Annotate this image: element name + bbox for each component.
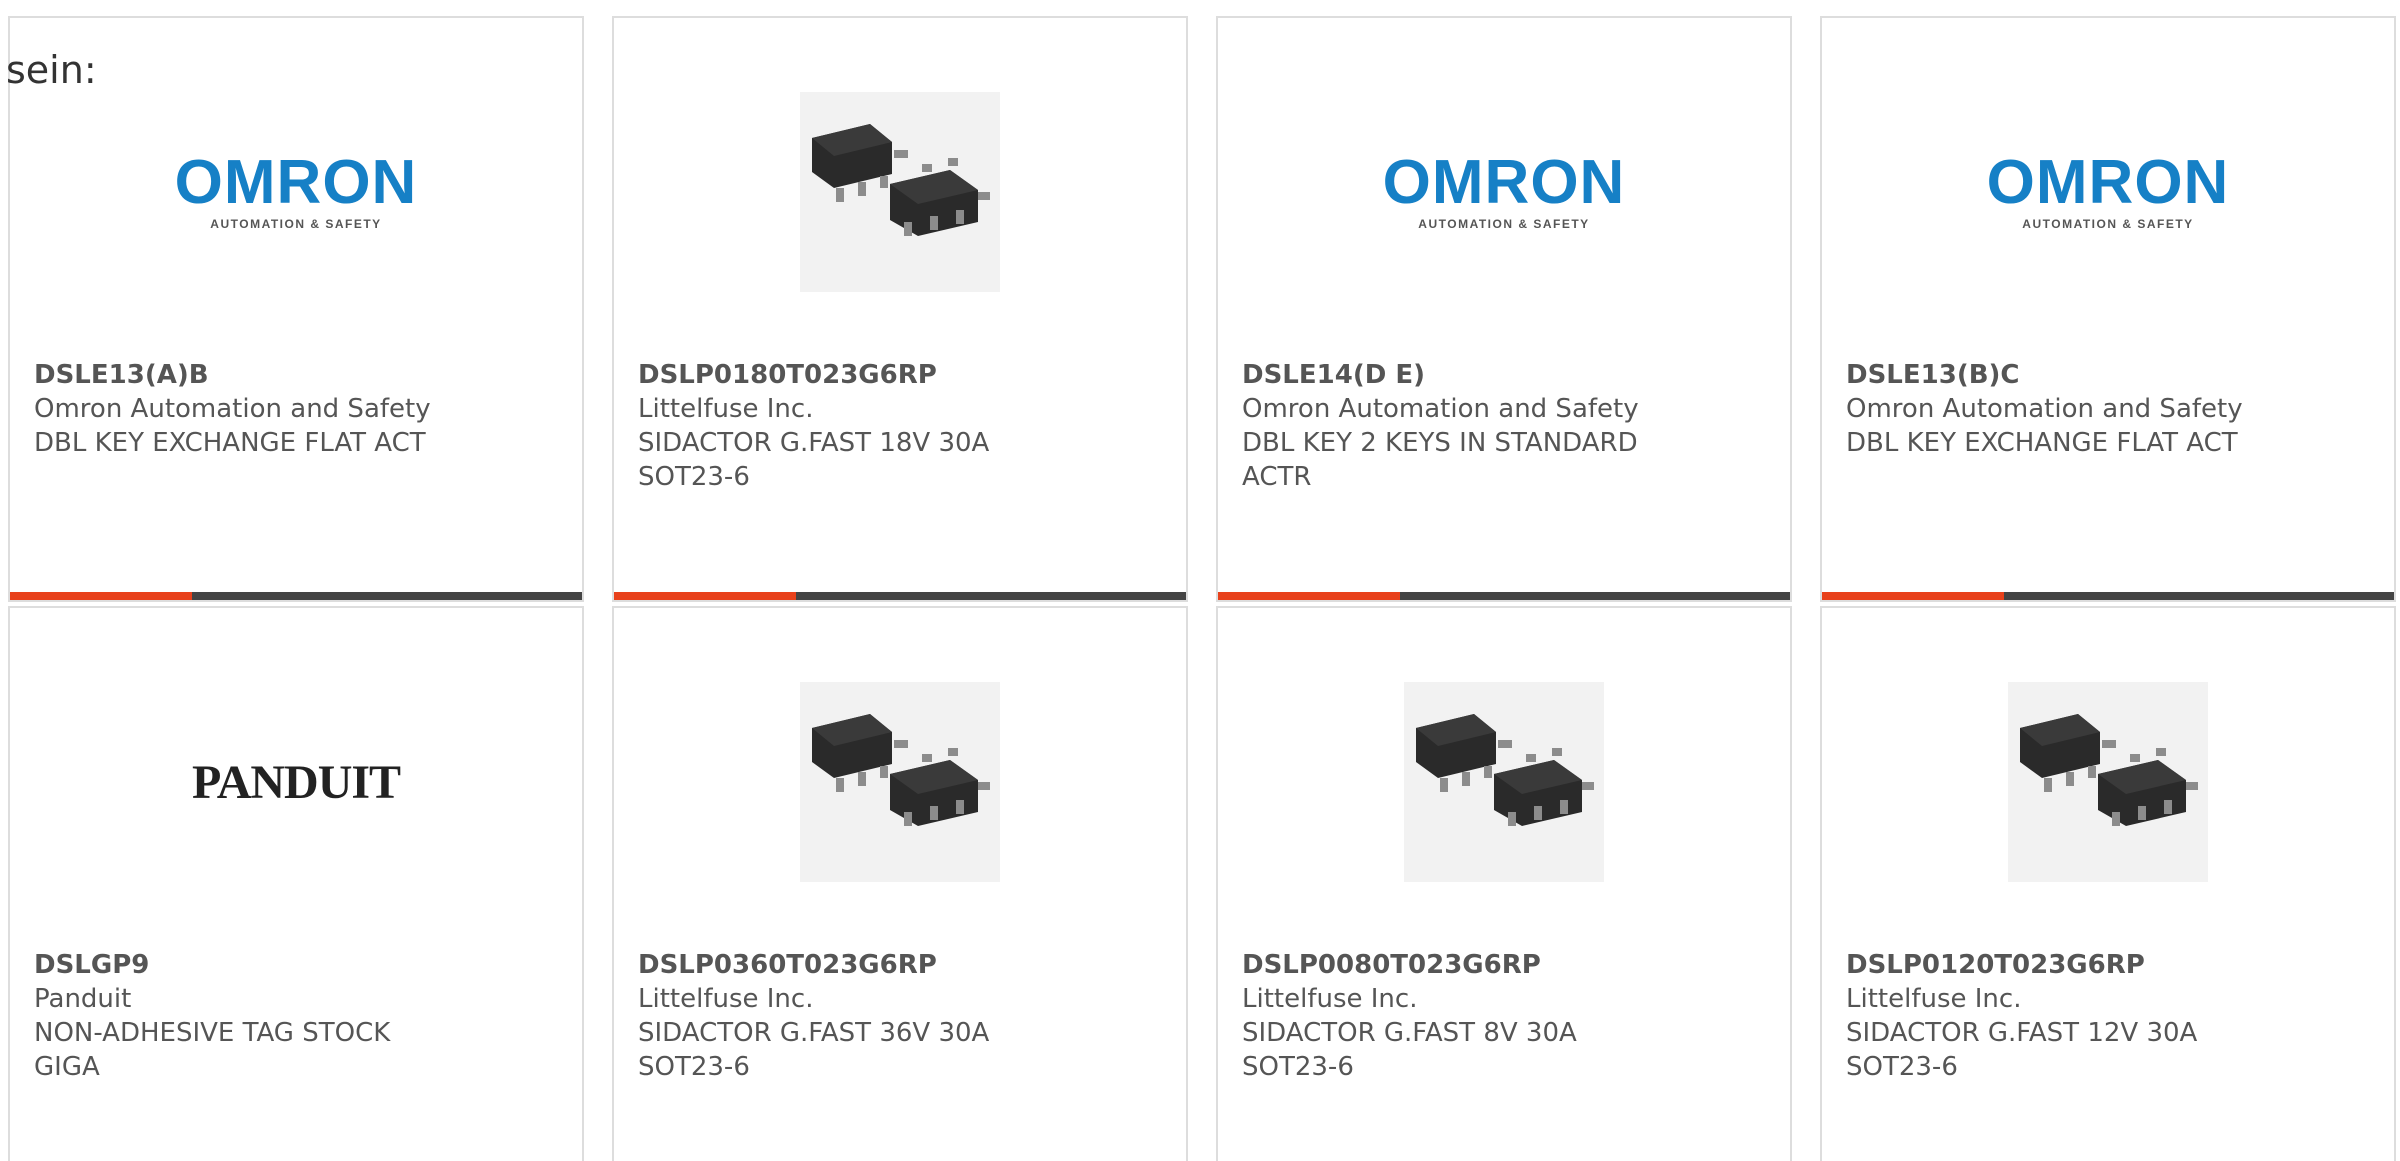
logo-tagline: AUTOMATION & SAFETY: [2022, 217, 2194, 231]
description-line-2: ACTR: [1242, 462, 1312, 492]
manufacturer: Omron Automation and Safety: [34, 394, 431, 424]
description-line-2: SOT23-6: [1242, 1052, 1354, 1082]
manufacturer: Omron Automation and Safety: [1846, 394, 2243, 424]
card-bottom-bar: [1218, 592, 1790, 600]
omron-logo: OMRON AUTOMATION & SAFETY: [1986, 148, 2230, 232]
card-bottom-bar: [614, 592, 1186, 600]
product-image[interactable]: OMRON AUTOMATION & SAFETY: [1822, 86, 2394, 298]
card-bottom-bar: [1822, 592, 2394, 600]
description-line-2: GIGA: [34, 1052, 100, 1082]
description-line-1: SIDACTOR G.FAST 18V 30A: [638, 428, 990, 458]
manufacturer: Littelfuse Inc.: [1846, 984, 2022, 1014]
product-card[interactable]: DSLP0360T023G6RP Littelfuse Inc. SIDACTO…: [612, 606, 1188, 1161]
card-accent-bar: [10, 592, 192, 600]
section-caption: sein:: [6, 48, 97, 92]
product-card[interactable]: PANDUIT DSLGP9 Panduit NON-ADHESIVE TAG …: [8, 606, 584, 1161]
product-info: DSLE13(B)C Omron Automation and Safety D…: [1846, 358, 2384, 460]
product-image[interactable]: [1822, 676, 2394, 888]
product-info: DSLP0080T023G6RP Littelfuse Inc. SIDACTO…: [1242, 948, 1780, 1084]
product-card[interactable]: DSLP0080T023G6RP Littelfuse Inc. SIDACTO…: [1216, 606, 1792, 1161]
manufacturer: Panduit: [34, 984, 132, 1014]
description-line-2: SOT23-6: [1846, 1052, 1958, 1082]
product-card[interactable]: DSLP0120T023G6RP Littelfuse Inc. SIDACTO…: [1820, 606, 2396, 1161]
card-accent-bar: [1218, 592, 1400, 600]
product-info: DSLGP9 Panduit NON-ADHESIVE TAG STOCK GI…: [34, 948, 572, 1084]
description-line-2: SOT23-6: [638, 1052, 750, 1082]
part-number-link[interactable]: DSLE13(A)B: [34, 358, 572, 392]
logo-wordmark: OMRON: [1986, 148, 2230, 217]
product-image[interactable]: OMRON AUTOMATION & SAFETY: [10, 86, 582, 298]
panduit-logo: PANDUIT: [191, 755, 401, 810]
product-info: DSLP0360T023G6RP Littelfuse Inc. SIDACTO…: [638, 948, 1176, 1084]
card-accent-bar: [1822, 592, 2004, 600]
description-line-1: NON-ADHESIVE TAG STOCK: [34, 1018, 391, 1048]
card-accent-bar: [614, 592, 796, 600]
logo-wordmark: OMRON: [1382, 148, 1626, 217]
product-info: DSLE13(A)B Omron Automation and Safety D…: [34, 358, 572, 460]
sot23-chip-icon: [800, 92, 1000, 292]
sot23-chip-icon: [800, 682, 1000, 882]
description-line-1: DBL KEY EXCHANGE FLAT ACT: [1846, 428, 2238, 458]
product-card[interactable]: OMRON AUTOMATION & SAFETY DSLE14(D E) Om…: [1216, 16, 1792, 602]
description-line-1: DBL KEY EXCHANGE FLAT ACT: [34, 428, 426, 458]
manufacturer: Omron Automation and Safety: [1242, 394, 1639, 424]
description-line-1: SIDACTOR G.FAST 8V 30A: [1242, 1018, 1577, 1048]
product-image[interactable]: OMRON AUTOMATION & SAFETY: [1218, 86, 1790, 298]
part-number-link[interactable]: DSLE14(D E): [1242, 358, 1780, 392]
logo-wordmark: PANDUIT: [191, 755, 401, 809]
logo-tagline: AUTOMATION & SAFETY: [210, 217, 382, 231]
product-image[interactable]: PANDUIT: [10, 676, 582, 888]
part-number-link[interactable]: DSLP0180T023G6RP: [638, 358, 1176, 392]
omron-logo: OMRON AUTOMATION & SAFETY: [174, 148, 418, 232]
product-info: DSLE14(D E) Omron Automation and Safety …: [1242, 358, 1780, 494]
logo-wordmark: OMRON: [174, 148, 418, 217]
manufacturer: Littelfuse Inc.: [638, 394, 814, 424]
product-card[interactable]: OMRON AUTOMATION & SAFETY DSLE13(B)C Omr…: [1820, 16, 2396, 602]
product-grid: OMRON AUTOMATION & SAFETY DSLE13(A)B Omr…: [0, 0, 2400, 1161]
product-image[interactable]: [614, 86, 1186, 298]
product-image[interactable]: [1218, 676, 1790, 888]
part-number-link[interactable]: DSLE13(B)C: [1846, 358, 2384, 392]
part-number-link[interactable]: DSLP0120T023G6RP: [1846, 948, 2384, 982]
logo-tagline: AUTOMATION & SAFETY: [1418, 217, 1590, 231]
description-line-1: SIDACTOR G.FAST 36V 30A: [638, 1018, 990, 1048]
product-card[interactable]: OMRON AUTOMATION & SAFETY DSLE13(A)B Omr…: [8, 16, 584, 602]
part-number-link[interactable]: DSLP0360T023G6RP: [638, 948, 1176, 982]
sot23-chip-icon: [2008, 682, 2208, 882]
product-info: DSLP0180T023G6RP Littelfuse Inc. SIDACTO…: [638, 358, 1176, 494]
manufacturer: Littelfuse Inc.: [638, 984, 814, 1014]
product-card[interactable]: DSLP0180T023G6RP Littelfuse Inc. SIDACTO…: [612, 16, 1188, 602]
omron-logo: OMRON AUTOMATION & SAFETY: [1382, 148, 1626, 232]
description-line-1: SIDACTOR G.FAST 12V 30A: [1846, 1018, 2198, 1048]
part-number-link[interactable]: DSLP0080T023G6RP: [1242, 948, 1780, 982]
description-line-1: DBL KEY 2 KEYS IN STANDARD: [1242, 428, 1638, 458]
part-number-link[interactable]: DSLGP9: [34, 948, 572, 982]
card-bottom-bar: [10, 592, 582, 600]
sot23-chip-icon: [1404, 682, 1604, 882]
product-info: DSLP0120T023G6RP Littelfuse Inc. SIDACTO…: [1846, 948, 2384, 1084]
description-line-2: SOT23-6: [638, 462, 750, 492]
manufacturer: Littelfuse Inc.: [1242, 984, 1418, 1014]
product-image[interactable]: [614, 676, 1186, 888]
